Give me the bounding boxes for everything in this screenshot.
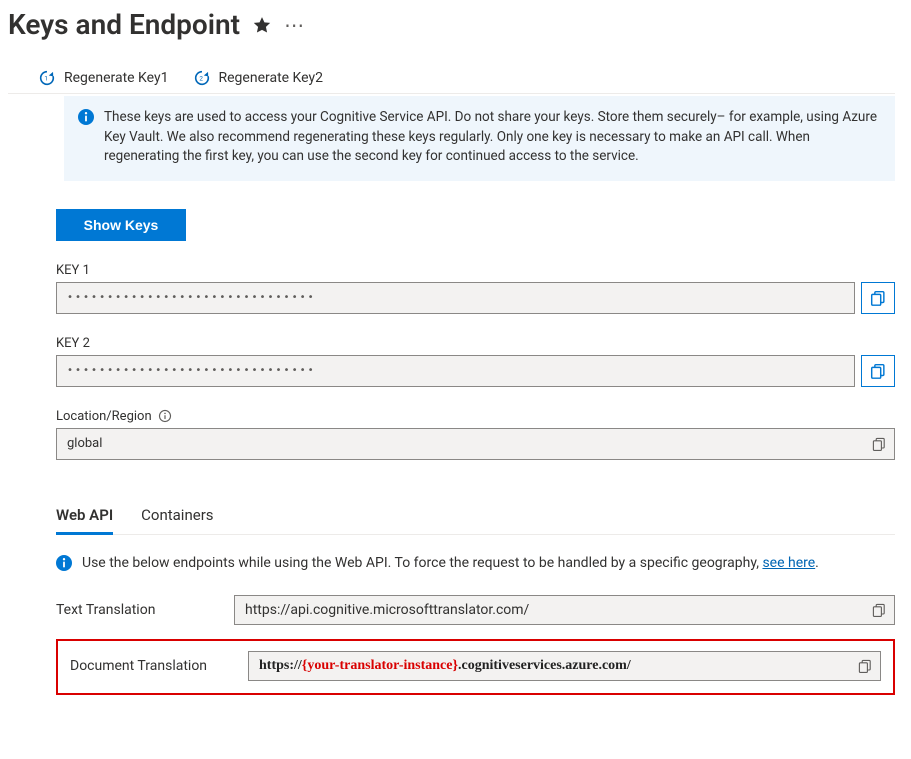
doc-url-pre: https:// (259, 658, 302, 673)
copy-key2-button[interactable] (861, 355, 895, 387)
regenerate-key2-button[interactable]: 2 Regenerate Key2 (193, 69, 324, 87)
copy-icon (869, 289, 887, 307)
svg-text:1: 1 (44, 74, 48, 82)
key2-label: KEY 2 (56, 336, 895, 351)
see-here-link[interactable]: see here (762, 555, 815, 571)
region-value[interactable]: global (56, 428, 895, 460)
regenerate-key2-label: Regenerate Key2 (219, 70, 324, 86)
endpoint-row-text: Text Translation https://api.cognitive.m… (56, 595, 895, 625)
doc-url-variable: {your-translator-instance} (302, 658, 458, 673)
endpoint-value-document[interactable]: https://{your-translator-instance}.cogni… (248, 651, 881, 681)
key2-value[interactable]: ••••••••••••••••••••••••••••••• (56, 355, 855, 387)
info-icon (56, 555, 72, 571)
copy-icon (871, 602, 887, 618)
endpoint-label-text: Text Translation (56, 602, 216, 618)
info-callout: These keys are used to access your Cogni… (64, 96, 895, 181)
info-text: These keys are used to access your Cogni… (104, 108, 881, 167)
tab-web-api[interactable]: Web API (56, 498, 113, 534)
copy-icon (857, 658, 873, 674)
tab-containers[interactable]: Containers (141, 498, 213, 534)
region-label-text: Location/Region (56, 409, 152, 424)
command-bar: 1 Regenerate Key1 2 Regenerate Key2 (8, 63, 895, 94)
endpoint-row-document: Document Translation https://{your-trans… (70, 651, 881, 681)
content: Show Keys KEY 1 ••••••••••••••••••••••••… (56, 209, 895, 695)
regenerate-key1-label: Regenerate Key1 (64, 70, 169, 86)
key1-value[interactable]: ••••••••••••••••••••••••••••••• (56, 282, 855, 314)
info-icon (78, 109, 94, 125)
copy-icon (869, 362, 887, 380)
page-title: Keys and Endpoint (8, 8, 240, 41)
more-icon[interactable]: ⋯ (284, 15, 305, 35)
refresh-icon: 1 (38, 69, 56, 87)
web-api-info: Use the below endpoints while using the … (56, 553, 895, 573)
copy-key1-button[interactable] (861, 282, 895, 314)
doc-url-post: .cognitiveservices.azure.com/ (458, 658, 631, 673)
copy-endpoint-document-button[interactable] (855, 656, 875, 676)
region-label: Location/Region (56, 409, 895, 424)
refresh-icon: 2 (193, 69, 211, 87)
endpoint-highlight: Document Translation https://{your-trans… (56, 639, 895, 695)
copy-region-button[interactable] (869, 434, 889, 454)
star-icon[interactable] (252, 15, 272, 35)
endpoint-label-document: Document Translation (70, 658, 230, 674)
tab-bar: Web API Containers (56, 498, 895, 535)
header: Keys and Endpoint ⋯ (8, 8, 895, 63)
copy-endpoint-text-button[interactable] (869, 600, 889, 620)
regenerate-key1-button[interactable]: 1 Regenerate Key1 (38, 69, 169, 87)
info-icon[interactable] (158, 409, 172, 423)
web-api-info-text-post: . (815, 555, 819, 571)
svg-text:2: 2 (199, 74, 203, 82)
endpoint-value-text[interactable]: https://api.cognitive.microsofttranslato… (234, 595, 895, 625)
copy-icon (871, 436, 887, 452)
web-api-info-text: Use the below endpoints while using the … (82, 555, 762, 571)
key1-label: KEY 1 (56, 263, 895, 278)
show-keys-button[interactable]: Show Keys (56, 209, 186, 241)
